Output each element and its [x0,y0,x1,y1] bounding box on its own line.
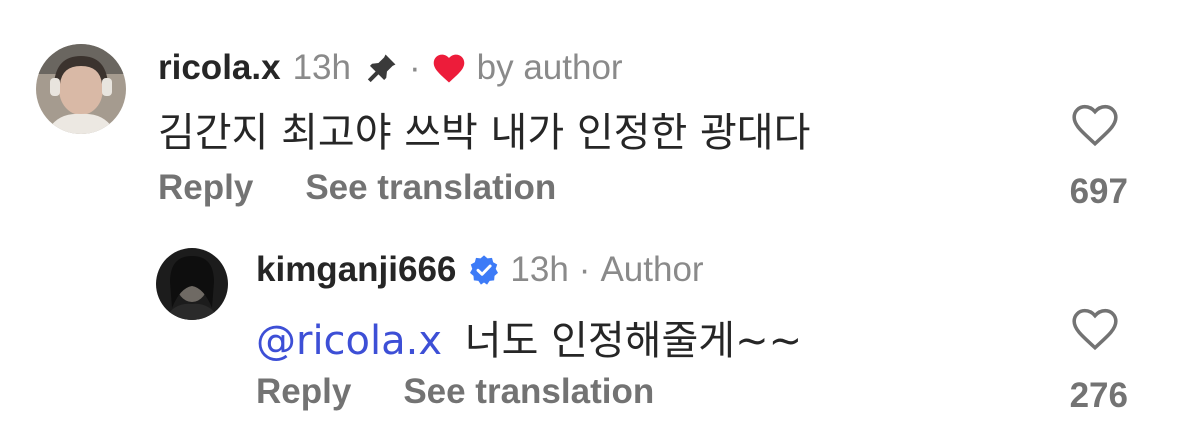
liked-by-author-label: by author [476,48,623,87]
comment-header: ricola.x 13h · by author [158,48,623,88]
comment-header: kimganji666 13h · Author [256,250,704,290]
see-translation-button[interactable]: See translation [305,168,556,208]
verified-badge-icon [468,254,500,286]
like-count: 697 [1069,172,1128,211]
heart-outline-icon [1072,308,1118,351]
like-button[interactable] [1070,102,1120,148]
avatar[interactable] [156,248,228,320]
separator-dot: · [578,250,591,289]
timestamp: 13h [510,250,569,289]
like-button[interactable] [1070,306,1120,352]
timestamp: 13h [292,48,351,87]
comment-text: @ricola.x 너도 인정해줄게~~ [256,308,802,366]
pin-icon [365,51,399,85]
comment-actions: Reply See translation [256,372,654,412]
heart-outline-icon [1072,104,1118,147]
heart-icon [431,52,467,84]
author-label: Author [600,250,704,289]
separator-dot: · [408,48,421,87]
avatar[interactable] [36,44,126,134]
comment-body: 너도 인정해줄게~~ [464,318,803,364]
reply-comment-item: kimganji666 13h · Author @ricola.x 너도 인정… [0,230,1179,441]
username[interactable]: ricola.x [158,48,281,88]
comment-actions: Reply See translation [158,168,556,208]
comment-thread: ricola.x 13h · by author 김간지 최고야 쓰박 내가 인… [0,0,1179,441]
username[interactable]: kimganji666 [256,250,456,290]
comment-text: 김간지 최고야 쓰박 내가 인정한 광대다 [158,110,811,156]
like-count: 276 [1069,376,1128,415]
see-translation-button[interactable]: See translation [403,372,654,412]
mention-link[interactable]: @ricola.x [256,318,442,364]
reply-button[interactable]: Reply [256,372,351,412]
comment-item: ricola.x 13h · by author 김간지 최고야 쓰박 내가 인… [0,0,1179,230]
reply-button[interactable]: Reply [158,168,253,208]
